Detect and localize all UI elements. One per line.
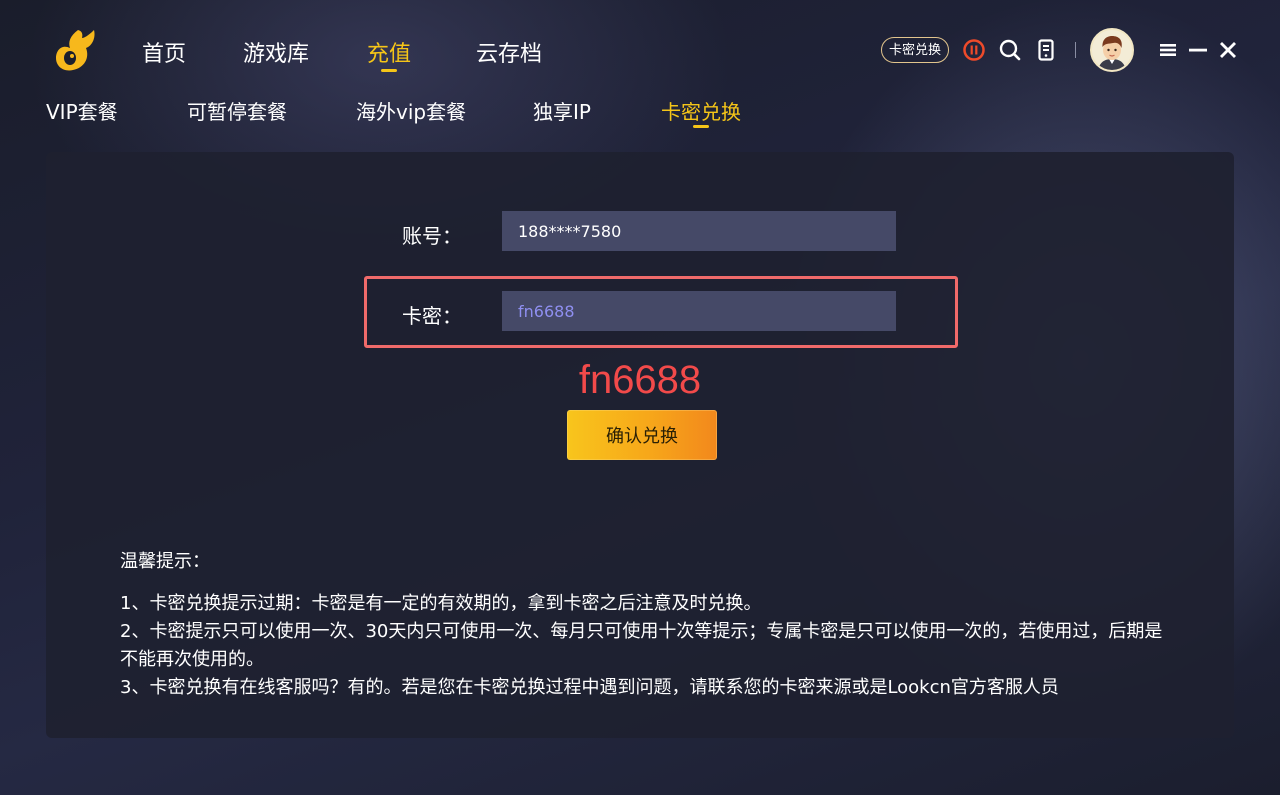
subnav-pausable-plan[interactable]: 可暂停套餐 (187, 96, 287, 125)
subnav-vip-plan[interactable]: VIP套餐 (46, 96, 118, 125)
account-field[interactable] (502, 211, 896, 251)
code-label: 卡密： (402, 304, 462, 328)
header-toolbar: 卡密兑换 (880, 28, 1240, 72)
phone-icon[interactable] (1033, 37, 1059, 63)
nav-cloud-save[interactable]: 云存档 (476, 36, 542, 68)
toolbar-divider (1075, 42, 1076, 58)
pause-icon[interactable] (961, 37, 987, 63)
redeem-code-input[interactable] (502, 291, 896, 331)
code-annotation: fn6688 (578, 358, 702, 402)
avatar[interactable] (1090, 28, 1134, 72)
tips-section: 温馨提示： 1、卡密兑换提示过期：卡密是有一定的有效期的，拿到卡密之后注意及时兑… (120, 548, 1180, 702)
tip-item: 2、卡密提示只可以使用一次、30天内只可使用一次、每月只可使用十次等提示；专属卡… (120, 621, 1163, 670)
close-icon[interactable] (1216, 38, 1240, 62)
subnav-dedicated-ip[interactable]: 独享IP (533, 96, 591, 125)
redeem-panel: 账号： 卡密： fn6688 确认兑换 温馨提示： 1、卡密兑换提示过期：卡密是… (46, 152, 1234, 738)
confirm-redeem-button[interactable]: 确认兑换 (567, 410, 717, 460)
nav-game-library[interactable]: 游戏库 (243, 36, 309, 68)
search-icon[interactable] (997, 37, 1023, 63)
nav-recharge[interactable]: 充值 (367, 36, 411, 72)
nav-home[interactable]: 首页 (142, 36, 186, 68)
tips-title: 温馨提示： (120, 551, 210, 572)
subnav-redeem-code[interactable]: 卡密兑换 (661, 96, 741, 128)
subnav-overseas-vip-plan[interactable]: 海外vip套餐 (356, 96, 466, 125)
menu-icon[interactable] (1156, 38, 1180, 62)
redeem-code-button[interactable]: 卡密兑换 (880, 37, 949, 63)
tip-item: 1、卡密兑换提示过期：卡密是有一定的有效期的，拿到卡密之后注意及时兑换。 (120, 593, 762, 614)
account-label: 账号： (402, 224, 462, 248)
logo-icon[interactable] (48, 24, 98, 74)
minimize-icon[interactable] (1186, 38, 1210, 62)
tip-item: 3、卡密兑换有在线客服吗？有的。若是您在卡密兑换过程中遇到问题，请联系您的卡密来… (120, 677, 1059, 698)
